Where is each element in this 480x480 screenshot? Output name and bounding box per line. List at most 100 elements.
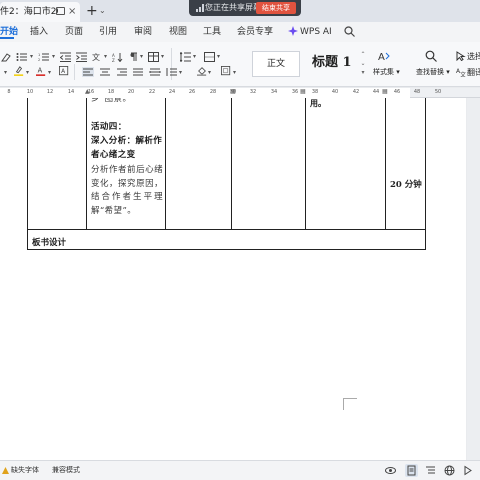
numbered-list-icon[interactable]: 12 [38,52,50,62]
chevron-down-icon[interactable]: ▾ [30,53,33,60]
tab-home[interactable]: 开始 [0,22,18,42]
play-icon[interactable] [462,465,473,476]
chevron-down-icon[interactable]: ▾ [208,69,211,76]
web-view-icon[interactable] [444,465,455,476]
column-marker[interactable]: ▦ [230,88,236,95]
chevron-down-icon[interactable]: ▾ [217,53,220,60]
chevron-down-icon[interactable]: ▾ [52,53,55,60]
translate-icon[interactable]: A文 [456,67,466,77]
page-border-icon[interactable] [220,66,232,76]
find-icon[interactable] [425,50,437,62]
table-border [305,98,306,229]
decrease-indent-icon[interactable] [60,52,72,62]
chevron-down-icon[interactable]: ▾ [179,69,182,76]
tab-member[interactable]: 会员专享 [237,22,273,42]
font-color-icon[interactable]: A [35,66,47,76]
eye-protection-icon[interactable] [385,465,396,476]
style-heading1-button[interactable]: 标题 1 [306,51,360,77]
document-page[interactable]: 乡”图景。 活动四： 深入分析：解析作者心绪之变 分析作者前后心绪变化，探究原因… [0,98,466,460]
chevron-down-icon[interactable]: ⌄ [99,6,106,15]
compat-mode-status[interactable]: 兼容模式 [52,461,80,480]
ruler-number: 42 [352,89,360,95]
style-gallery-scroll[interactable]: ⌃ ⌄ ▾ [359,50,367,78]
document-tab[interactable]: 件2：海口市202 × [0,2,80,22]
style-normal-button[interactable]: 正文 [252,51,300,77]
search-icon[interactable] [344,26,355,37]
table-border [86,98,87,229]
tab-review[interactable]: 审阅 [134,22,152,42]
missing-font-status[interactable]: 缺失字体 [11,461,39,480]
justify-icon[interactable] [132,67,144,77]
svg-text:Z: Z [112,58,115,62]
increase-indent-icon[interactable] [76,52,88,62]
tab-view[interactable]: 视图 [169,22,187,42]
vertical-scrollbar[interactable] [467,98,480,460]
ai-sparkle-icon [288,26,298,36]
tab-insert[interactable]: 插入 [30,22,48,42]
svg-text:2: 2 [38,58,40,62]
column-marker[interactable]: ▦ [382,88,388,95]
signal-bars-icon [196,4,204,12]
monitor-icon [56,7,65,15]
tab-references[interactable]: 引用 [99,22,117,42]
table-border [165,98,166,229]
translate-label[interactable]: 翻译 [467,67,480,78]
document-canvas[interactable]: 乡”图景。 活动四： 深入分析：解析作者心绪之变 分析作者前后心绪变化，探究原因… [0,98,480,460]
paragraph-spacing-icon[interactable] [180,52,192,62]
chevron-down-icon[interactable]: ▾ [233,69,236,76]
cell-text-fragment: 用。 [310,98,326,108]
chevron-down-icon: ▾ [444,68,450,76]
ruler-number: 12 [46,89,54,95]
bullet-list-icon[interactable] [16,52,28,62]
tab-page[interactable]: 页面 [65,22,83,42]
select-label[interactable]: 选择 [467,51,480,62]
align-center-icon[interactable] [99,67,111,77]
ruler-number: 24 [168,89,176,95]
page-view-icon[interactable] [406,465,417,476]
chevron-down-icon[interactable]: ▾ [193,53,196,60]
chevron-down-icon[interactable]: ▾ [161,53,164,60]
ruler-number: 48 [413,89,421,95]
shading-icon[interactable] [196,66,208,76]
table-tools-icon[interactable] [148,52,160,62]
sort-icon[interactable]: AZ [112,52,124,62]
style-set-label[interactable]: 样式集 ▾ [373,67,400,77]
clear-format-icon[interactable] [0,52,12,62]
ruler-number: 32 [249,89,257,95]
style-set-icon[interactable]: A [378,50,390,62]
borders-icon[interactable] [204,52,216,62]
highlight-icon[interactable] [13,66,25,76]
ruler-page-area [0,88,410,98]
cell-text-fragment: 乡”图景。 [91,98,132,104]
select-cursor-icon[interactable] [456,51,466,61]
chevron-down-icon[interactable]: ▾ [26,69,29,76]
chinese-layout-icon[interactable]: 文 [92,52,104,62]
ruler-number: 44 [372,89,380,95]
chevron-down-icon[interactable]: ▾ [140,53,143,60]
close-tab-icon[interactable]: × [68,2,76,22]
document-tab-title: 件2：海口市202 [0,7,58,17]
show-marks-icon[interactable] [128,52,140,62]
svg-text:1: 1 [38,53,40,57]
tab-wps-ai[interactable]: WPS AI [300,22,332,42]
chevron-down-icon[interactable]: ▾ [4,69,7,76]
end-share-button[interactable]: 结束共享 [256,2,296,14]
ruler-number: 34 [270,89,278,95]
distributed-align-icon[interactable] [149,67,161,77]
ruler-number: 46 [393,89,401,95]
tab-tools[interactable]: 工具 [203,22,221,42]
column-marker[interactable]: ▦ [300,88,306,95]
chevron-down-icon[interactable]: ▾ [48,69,51,76]
line-spacing-icon[interactable] [166,67,178,77]
horizontal-ruler[interactable]: 8 10 12 14 16 18 20 22 24 26 28 30 32 34… [0,88,480,98]
character-border-icon[interactable]: A [58,66,70,76]
ribbon-tabs: 开始 插入 页面 引用 审阅 视图 工具 会员专享 WPS AI [0,22,480,42]
indent-marker[interactable]: ▲ [85,88,90,95]
align-right-icon[interactable] [116,67,128,77]
find-replace-label[interactable]: 查找替换 ▾ [416,67,450,77]
align-left-icon[interactable] [82,67,94,77]
warning-icon [2,467,9,474]
chevron-down-icon[interactable]: ▾ [104,53,107,60]
outline-view-icon[interactable] [425,465,436,476]
new-tab-button[interactable]: + [86,1,98,21]
